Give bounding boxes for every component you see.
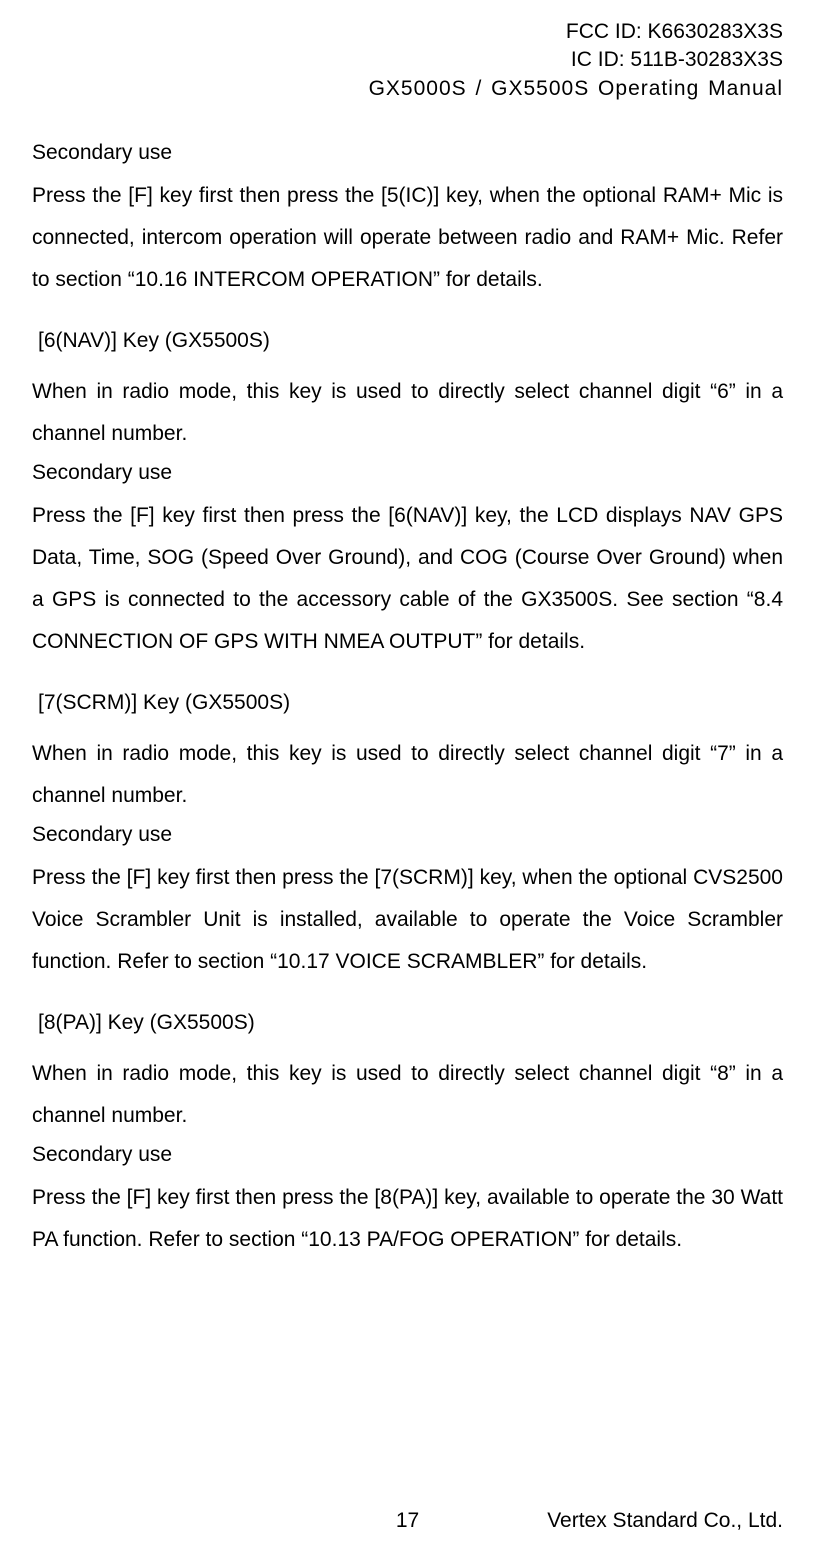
fcc-id: FCC ID: K6630283X3S [32, 18, 783, 46]
key-heading-6nav: [6(NAV)] Key (GX5500S) [38, 329, 783, 353]
secondary-use-label: Secondary use [32, 1143, 783, 1167]
body-paragraph: When in radio mode, this key is used to … [32, 371, 783, 455]
body-paragraph: Press the [F] key first then press the [… [32, 857, 783, 983]
key-heading-7scrm: [7(SCRM)] Key (GX5500S) [38, 691, 783, 715]
ic-id: IC ID: 511B-30283X3S [32, 46, 783, 74]
body-paragraph: Press the [F] key first then press the [… [32, 495, 783, 663]
secondary-use-label: Secondary use [32, 141, 783, 165]
company-name: Vertex Standard Co., Ltd. [547, 1509, 783, 1533]
body-paragraph: When in radio mode, this key is used to … [32, 733, 783, 817]
model-title: GX5000S / GX5500S Operating Manual [32, 75, 783, 103]
page-header: FCC ID: K6630283X3S IC ID: 511B-30283X3S… [32, 18, 783, 103]
body-paragraph: Press the [F] key first then press the [… [32, 1177, 783, 1261]
body-paragraph: When in radio mode, this key is used to … [32, 1053, 783, 1137]
secondary-use-label: Secondary use [32, 461, 783, 485]
page-footer: 17 Vertex Standard Co., Ltd. [32, 1509, 783, 1533]
secondary-use-label: Secondary use [32, 823, 783, 847]
key-heading-8pa: [8(PA)] Key (GX5500S) [38, 1011, 783, 1035]
page-number: 17 [396, 1509, 419, 1533]
body-paragraph: Press the [F] key first then press the [… [32, 175, 783, 301]
